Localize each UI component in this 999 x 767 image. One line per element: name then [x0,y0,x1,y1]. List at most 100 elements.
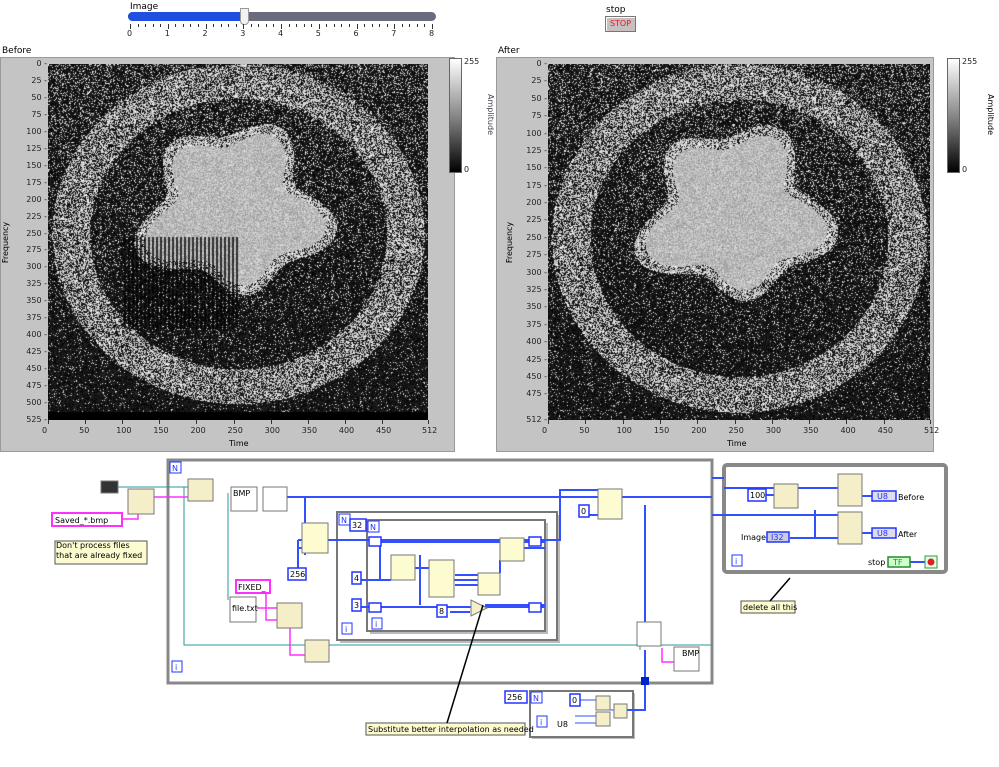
shift-register-right-2[interactable] [528,602,542,613]
middle-for-loop[interactable] [336,511,558,641]
before-y-tick-label: 375 - [26,313,47,323]
concatenate-strings-node[interactable] [276,602,303,629]
before-x-tick-label: 0 [42,426,48,435]
before-colorbar-max: 255 [464,57,480,66]
file-node-text: file.txt [232,604,258,613]
index-array-node[interactable] [187,478,214,502]
index-array-node-2[interactable] [304,639,330,663]
build-cluster-node-3[interactable] [613,703,628,719]
after-y-tick-label: 325 - [526,284,547,294]
before-intensity-graph[interactable]: Frequency Time 0 - 25 - 50 - 75 - 100 - 125 -… [0,57,455,452]
image-slider-label: Image [130,2,159,12]
after-x-tick-label: 450 [877,426,894,435]
slider-tick [235,24,237,27]
index-before-node[interactable] [837,473,863,507]
slider-tick-label: 8 [429,29,435,38]
before-x-tick [159,420,161,424]
index-array-4-node[interactable] [428,559,455,598]
after-terminal[interactable]: U8 [877,529,888,538]
before-y-tick-label: 225 - [26,211,47,221]
folder-icon [100,480,119,494]
after-colorbar[interactable] [947,58,960,173]
slider-tick-label: 4 [278,29,284,38]
after-y-tick-label: 275 - [526,250,547,260]
slider-thumb[interactable] [240,8,250,25]
to-u8-node[interactable]: U8 [557,720,568,729]
before-x-tick [270,420,272,424]
stop-terminal[interactable]: TF [892,558,903,567]
slider-tick [258,24,260,27]
before-y-tick-label: 425 - [26,347,47,357]
replace-subset-inner-node[interactable] [499,537,525,562]
bottom-loop-i: i [540,718,542,727]
after-y-tick-label: 425 - [526,354,547,364]
after-y-tick-label: 375 - [526,319,547,329]
after-colorbar-max: 255 [962,57,978,66]
index-after-node[interactable] [837,511,863,545]
after-intensity-graph[interactable]: Frequency Time 0 - 25 - 50 - 75 - 100 - 125 -… [496,57,939,452]
read-bmp-text: BMP [233,489,250,498]
build-cluster-node-2[interactable] [595,711,611,727]
pattern-string-constant[interactable]: Saved_*.bmp [55,516,108,525]
read-bmp-node[interactable] [230,486,258,512]
slider-tick [379,24,381,27]
slider-tick-label: 0 [127,29,133,38]
outer-loop-iteration-terminal [171,660,183,673]
add-node[interactable] [470,599,489,617]
stop-terminal-icon[interactable] [924,555,938,569]
slider-fill [128,12,244,21]
before-x-axis-label: Time [229,439,249,448]
outer-for-loop[interactable] [166,458,714,685]
before-y-tick-label: 50 - [31,92,47,102]
build-array-node[interactable] [477,572,501,596]
before-colorbar[interactable] [449,58,462,173]
before-image-plot[interactable] [48,64,428,420]
shift-register-left-2[interactable] [368,602,382,613]
image-terminal[interactable]: I32 [771,533,784,542]
before-y-tick-label: 500 - [26,398,47,408]
after-x-tick [734,420,736,424]
after-x-tick-label: 512 [924,426,940,435]
slider-tick [364,24,366,27]
after-x-tick [846,420,848,424]
before-terminal[interactable]: U8 [877,492,888,501]
after-x-tick [930,420,931,424]
inner-array-subset-node[interactable] [390,554,416,581]
unflatten-pixmap-node[interactable] [262,486,288,512]
const-0: 0 [581,507,586,516]
after-image-plot[interactable] [548,64,930,420]
after-y-tick-label: 450 - [526,371,547,381]
before-x-tick [196,420,198,424]
before-x-tick-label: 512 [422,426,438,435]
slider-tick [250,24,252,27]
shift-register-left-1[interactable] [368,536,382,547]
list-folder-node[interactable] [127,488,155,515]
after-x-tick-label: 0 [542,426,548,435]
inner-for-loop[interactable] [366,519,546,632]
before-y-tick-label: 475 - [26,381,47,391]
after-y-tick-label: 150 - [526,163,547,173]
stop-button[interactable]: STOP [605,16,636,32]
flatten-pixmap-node[interactable] [636,621,662,647]
prefix-string-constant[interactable]: FIXED_ [238,583,267,592]
after-terminal-label: After [898,530,918,539]
array-subset-node[interactable] [301,522,329,554]
before-y-tick-label: 175 - [26,177,47,187]
wait-ms-node[interactable] [773,483,799,509]
image-slider[interactable] [128,8,436,25]
after-x-tick-label: 400 [840,426,856,435]
after-y-tick-label: 0 - [536,59,547,68]
display-while-loop[interactable] [722,463,948,574]
replace-subset-node[interactable] [597,488,623,520]
write-bmp-node[interactable] [673,646,700,672]
inner-loop-i: i [375,620,377,629]
file-path-node[interactable] [229,596,257,623]
colormap-for-loop[interactable] [529,690,634,738]
slider-tick [273,24,275,27]
build-cluster-node[interactable] [595,695,611,711]
slider-tick [409,24,411,27]
bottom-const-256: 256 [507,693,522,702]
shift-register-right-1[interactable] [528,536,542,547]
inner-loop-n: N [370,523,376,532]
slider-tick [197,24,199,27]
